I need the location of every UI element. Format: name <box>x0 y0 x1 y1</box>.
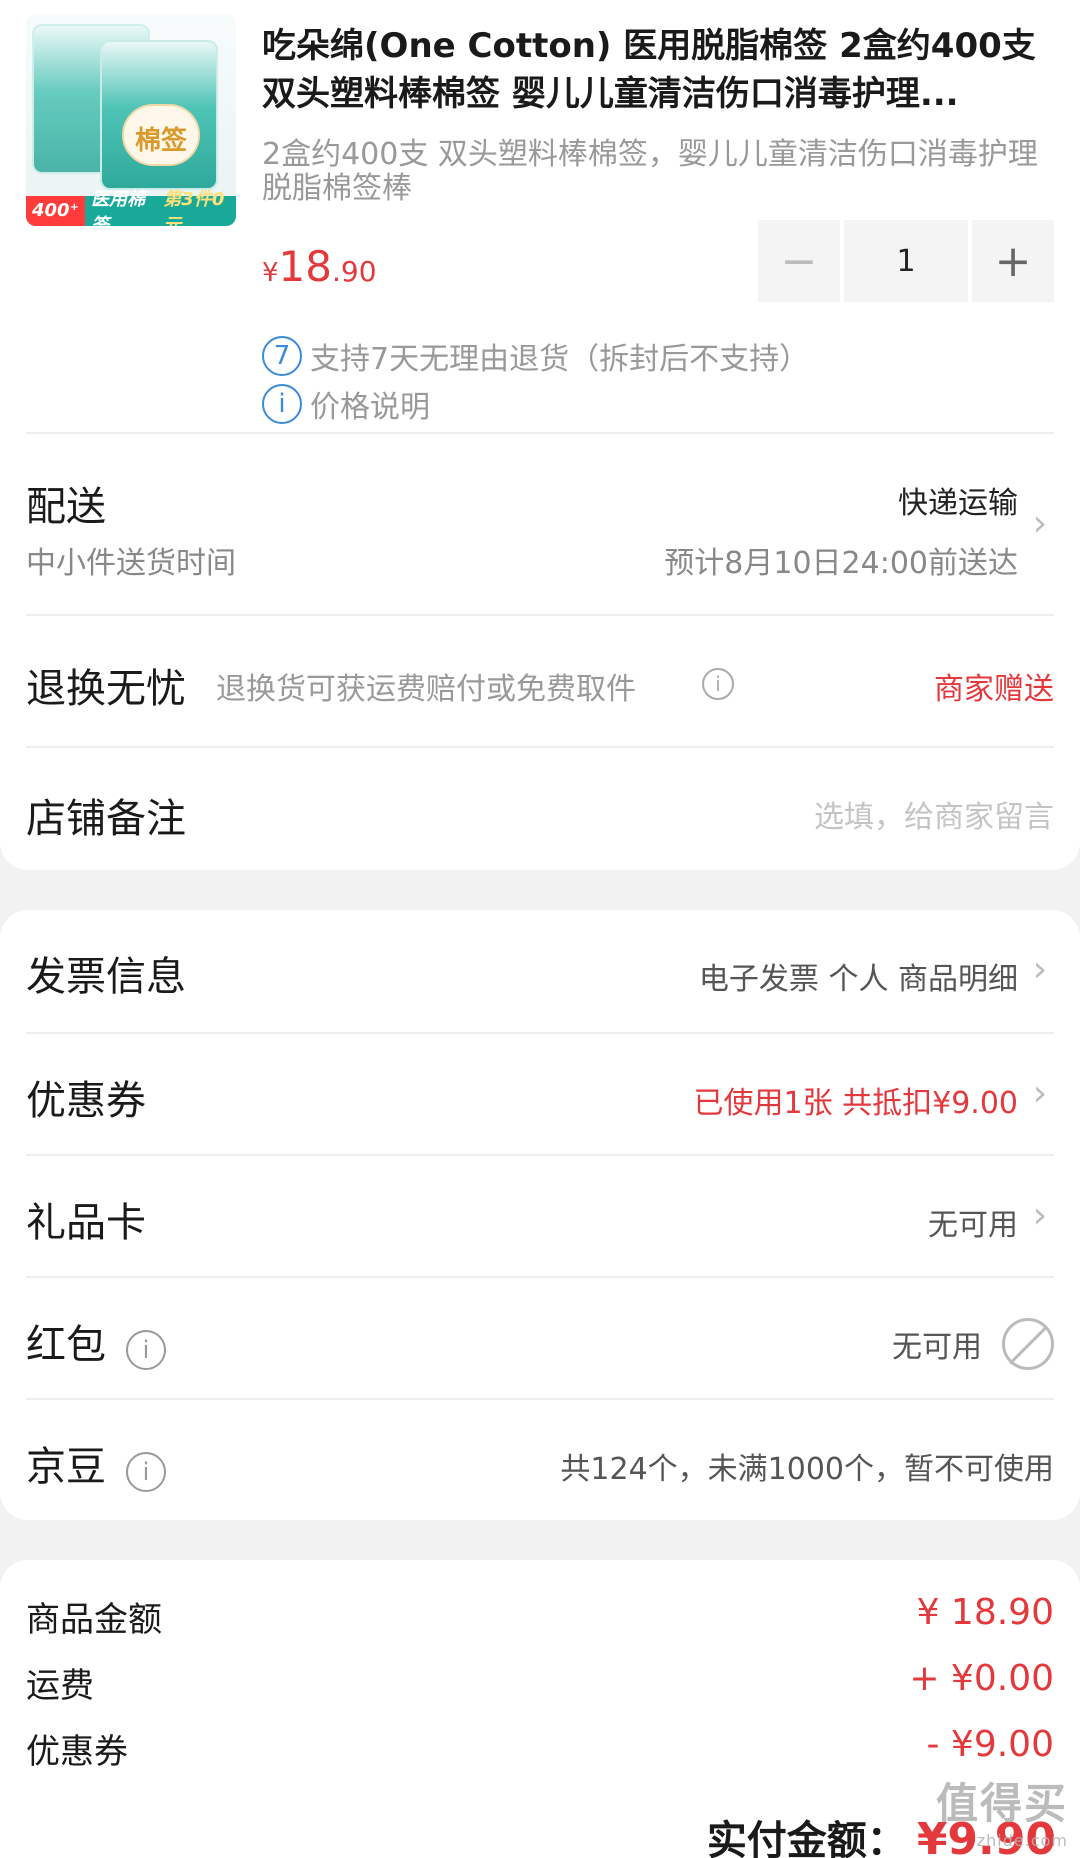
returns-status: 商家赠送 <box>934 672 1054 707</box>
coupon-discount-row: 优惠券 - ¥9.00 <box>26 1724 1054 1774</box>
increase-button[interactable]: + <box>972 220 1054 302</box>
product-spec: 2盒约400支 双头塑料棒棉签，婴儿儿童清洁伤口消毒护理脱脂棉签棒 <box>262 137 1038 206</box>
product-thumbnail[interactable]: 棉签 400⁺ 医用棉签 第3件0元 <box>26 14 236 226</box>
delivery-title: 配送 <box>26 484 106 530</box>
shipping-value: + ¥0.00 <box>909 1658 1054 1699</box>
product-box-label: 棉签 <box>134 126 187 156</box>
coupon-discount-label: 优惠券 <box>26 1732 128 1772</box>
red-packet-title: 红包 <box>26 1322 106 1368</box>
info-icon: i <box>262 384 302 424</box>
shipping-row: 运费 + ¥0.00 <box>26 1658 1054 1708</box>
store-note-title: 店铺备注 <box>26 796 186 842</box>
watermark-domain: zhide.com <box>976 1831 1068 1850</box>
product-item: 棉签 400⁺ 医用棉签 第3件0元 吃朵绵(One Cotton) 医用脱脂棉… <box>26 10 1056 430</box>
red-packet-row[interactable]: 红包 i 无可用 <box>26 1276 1054 1398</box>
order-confirm-page: 棉签 400⁺ 医用棉签 第3件0元 吃朵绵(One Cotton) 医用脱脂棉… <box>0 0 1080 1858</box>
gift-card-row[interactable]: 礼品卡 无可用 › <box>26 1154 1054 1276</box>
goods-amount-label: 商品金额 <box>26 1600 162 1640</box>
info-icon[interactable]: i <box>126 1330 166 1370</box>
watermark-logo: 值得买 zhide.com <box>936 1770 1068 1850</box>
coupon-title: 优惠券 <box>26 1078 146 1124</box>
quantity-value[interactable]: 1 <box>844 220 968 302</box>
price-currency: ¥ <box>262 258 279 288</box>
invoice-value: 电子发票 个人 商品明细 <box>698 962 1018 997</box>
jd-beans-title: 京豆 <box>26 1444 106 1490</box>
promo-banner-text: 医用棉签 <box>91 189 146 226</box>
quantity-stepper: − 1 + <box>758 220 1058 302</box>
promo-banner-offer: 第3件0元 <box>163 189 225 226</box>
returns-row[interactable]: 退换无忧 退换货可获运费赔付或免费取件 i 商家赠送 <box>26 614 1054 746</box>
invoice-row[interactable]: 发票信息 电子发票 个人 商品明细 › <box>26 910 1054 1032</box>
delivery-sub-label: 中小件送货时间 <box>26 546 236 581</box>
goods-amount-row: 商品金额 ¥ 18.90 <box>26 1592 1054 1642</box>
chevron-right-icon: › <box>1032 949 1048 990</box>
chevron-right-icon: › <box>1032 1073 1048 1114</box>
delivery-row[interactable]: 配送 中小件送货时间 快递运输 预计8月10日24:00前送达 › <box>26 432 1054 612</box>
forbidden-icon <box>1002 1318 1054 1370</box>
total-label: 实付金额： <box>706 1818 907 1858</box>
price-summary-card: 商品金额 ¥ 18.90 运费 + ¥0.00 优惠券 - ¥9.00 实付金额… <box>0 1560 1080 1858</box>
price-integer: 18 <box>278 242 332 291</box>
delivery-method: 快递运输 <box>898 486 1018 521</box>
seven-day-icon: 7 <box>262 336 302 376</box>
payment-options-card: 发票信息 电子发票 个人 商品明细 › 优惠券 已使用1张 共抵扣¥9.00 ›… <box>0 910 1080 1520</box>
order-card: 棉签 400⁺ 医用棉签 第3件0元 吃朵绵(One Cotton) 医用脱脂棉… <box>0 0 1080 870</box>
return-policy: 7 支持7天无理由退货（拆封后不支持） <box>262 336 810 377</box>
store-note-row[interactable]: 店铺备注 选填，给商家留言 <box>26 746 1054 870</box>
store-note-input[interactable]: 选填，给商家留言 <box>814 792 1054 836</box>
shipping-label: 运费 <box>26 1666 94 1706</box>
info-icon[interactable]: i <box>126 1452 166 1492</box>
product-price: ¥18.90 <box>262 242 377 291</box>
watermark-text: 值得买 <box>935 1779 1068 1828</box>
info-icon[interactable]: i <box>702 668 734 700</box>
invoice-title: 发票信息 <box>26 954 186 1000</box>
red-packet-value: 无可用 <box>892 1330 982 1365</box>
goods-amount-value: ¥ 18.90 <box>916 1592 1054 1633</box>
gift-card-value: 无可用 <box>928 1208 1018 1243</box>
coupon-discount-value: - ¥9.00 <box>926 1724 1055 1765</box>
return-policy-text: 支持7天无理由退货（拆封后不支持） <box>310 342 810 377</box>
decrease-button[interactable]: − <box>758 220 840 302</box>
product-title[interactable]: 吃朵绵(One Cotton) 医用脱脂棉签 2盒约400支 双头塑料棒棉签 婴… <box>262 22 1062 118</box>
chevron-right-icon: › <box>1032 1195 1048 1236</box>
product-promo-banner: 400⁺ 医用棉签 第3件0元 <box>26 189 236 226</box>
coupon-row[interactable]: 优惠券 已使用1张 共抵扣¥9.00 › <box>26 1032 1054 1154</box>
chevron-right-icon: › <box>1032 503 1048 544</box>
delivery-eta: 预计8月10日24:00前送达 <box>664 546 1018 581</box>
promo-count-badge: 400⁺ <box>26 196 86 226</box>
returns-title: 退换无忧 <box>26 666 186 712</box>
price-decimal: .90 <box>332 255 377 288</box>
jd-beans-row[interactable]: 京豆 i 共124个，未满1000个，暂不可使用 <box>26 1398 1054 1520</box>
returns-desc: 退换货可获运费赔付或免费取件 <box>216 672 636 707</box>
gift-card-title: 礼品卡 <box>26 1200 146 1246</box>
coupon-value: 已使用1张 共抵扣¥9.00 <box>693 1086 1018 1121</box>
price-note-text: 价格说明 <box>310 390 430 425</box>
jd-beans-value: 共124个，未满1000个，暂不可使用 <box>560 1452 1054 1487</box>
price-note-link[interactable]: i 价格说明 <box>262 384 430 425</box>
